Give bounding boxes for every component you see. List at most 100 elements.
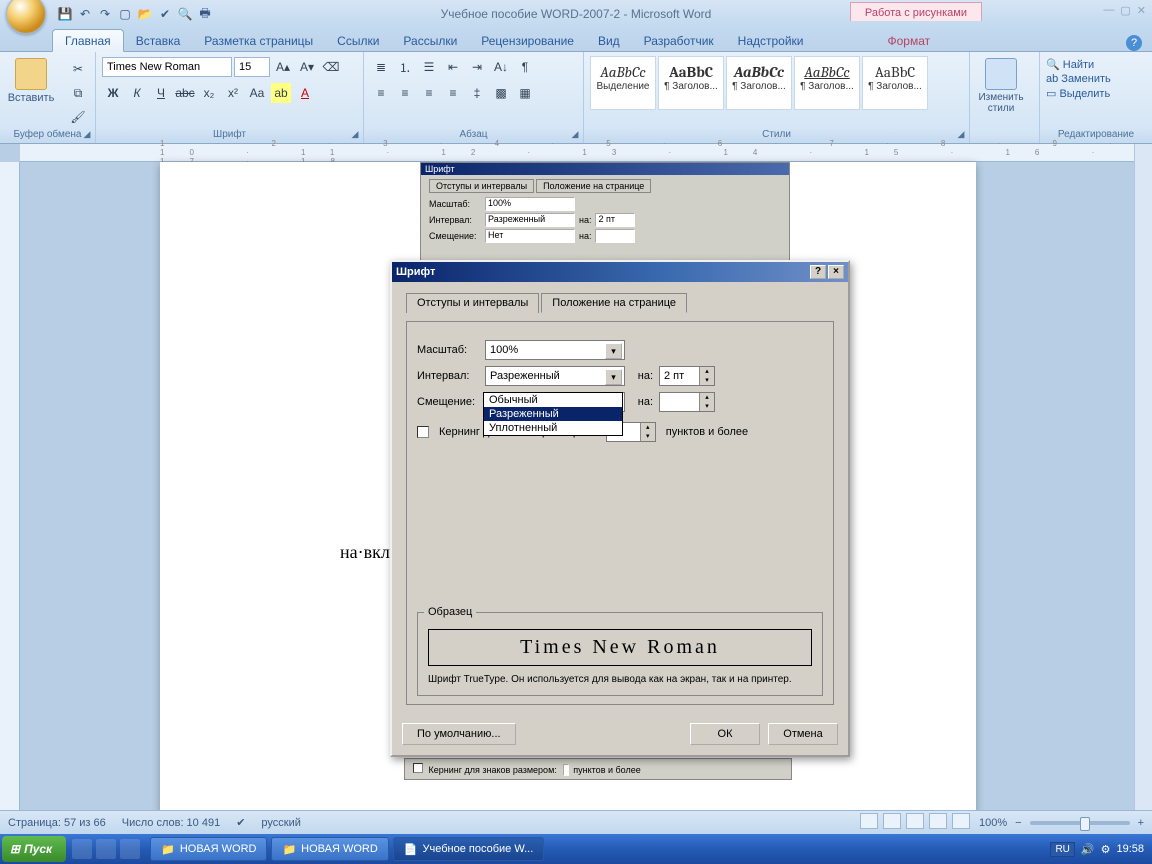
dropdown-option[interactable]: Обычный — [484, 393, 622, 407]
scale-combo[interactable]: 100% — [485, 340, 625, 360]
indent-dec-icon[interactable]: ⇤ — [443, 57, 463, 77]
superscript-icon[interactable]: x² — [223, 83, 243, 103]
clipboard-launcher-icon[interactable]: ◢ — [81, 129, 93, 141]
ql-ie-icon[interactable] — [72, 839, 92, 859]
underline-icon[interactable]: Ч — [151, 83, 171, 103]
taskbar-item-active[interactable]: 📄 Учебное пособие W... — [393, 837, 544, 861]
close-icon[interactable]: ✕ — [1137, 4, 1146, 17]
clock[interactable]: 19:58 — [1116, 843, 1144, 855]
styles-gallery[interactable]: AaBbCcВыделение AaBbC¶ Заголов... AaBbCc… — [590, 56, 963, 110]
strike-icon[interactable]: abc — [175, 83, 195, 103]
context-tab-picture-tools[interactable]: Работа с рисунками — [850, 2, 982, 21]
tab-mailings[interactable]: Рассылки — [391, 30, 469, 51]
position-by-spin[interactable] — [659, 392, 715, 412]
new-icon[interactable]: ▢ — [116, 5, 134, 23]
italic-icon[interactable]: К — [127, 83, 147, 103]
vertical-scrollbar[interactable] — [1134, 144, 1152, 810]
dropdown-option-selected[interactable]: Разреженный — [484, 407, 622, 421]
help-icon[interactable]: ? — [1126, 35, 1142, 51]
maximize-icon[interactable]: ▢ — [1120, 4, 1130, 17]
taskbar-item[interactable]: 📁 НОВАЯ WORD — [271, 837, 388, 861]
justify-icon[interactable]: ≡ — [443, 83, 463, 103]
tab-insert[interactable]: Вставка — [124, 30, 193, 51]
highlight-icon[interactable]: ab — [271, 83, 291, 103]
tab-view[interactable]: Вид — [586, 30, 632, 51]
font-size-combo[interactable]: 15 — [234, 57, 270, 77]
status-language[interactable]: русский — [261, 817, 300, 829]
spacing-combo[interactable]: Разреженный — [485, 366, 625, 386]
view-draft-icon[interactable] — [952, 813, 970, 829]
borders-icon[interactable]: ▦ — [515, 83, 535, 103]
style-item[interactable]: AaBbCcВыделение — [590, 56, 656, 110]
save-icon[interactable]: 💾 — [56, 5, 74, 23]
align-right-icon[interactable]: ≡ — [419, 83, 439, 103]
align-center-icon[interactable]: ≡ — [395, 83, 415, 103]
vertical-ruler[interactable] — [0, 162, 20, 810]
dialog-tab-position[interactable]: Положение на странице — [541, 293, 687, 313]
multilevel-icon[interactable]: ☰ — [419, 57, 439, 77]
change-case-icon[interactable]: Aa — [247, 83, 267, 103]
spellcheck-icon[interactable]: ✔ — [156, 5, 174, 23]
status-words[interactable]: Число слов: 10 491 — [122, 817, 220, 829]
clear-format-icon[interactable]: ⌫ — [321, 57, 341, 77]
start-button[interactable]: ⊞ Пуск — [2, 836, 66, 862]
tray-icon[interactable]: 🔊 — [1081, 843, 1095, 856]
view-read-icon[interactable] — [883, 813, 901, 829]
tab-addins[interactable]: Надстройки — [726, 30, 816, 51]
dialog-help-icon[interactable]: ? — [810, 265, 826, 279]
view-web-icon[interactable] — [906, 813, 924, 829]
grow-font-icon[interactable]: A▴ — [273, 57, 293, 77]
taskbar-item[interactable]: 📁 НОВАЯ WORD — [150, 837, 267, 861]
subscript-icon[interactable]: x₂ — [199, 83, 219, 103]
kerning-checkbox[interactable] — [417, 426, 429, 438]
dialog-tab-spacing[interactable]: Отступы и интервалы — [406, 293, 539, 313]
show-marks-icon[interactable]: ¶ — [515, 57, 535, 77]
bold-icon[interactable]: Ж — [103, 83, 123, 103]
dropdown-option[interactable]: Уплотненный — [484, 421, 622, 435]
line-spacing-icon[interactable]: ‡ — [467, 83, 487, 103]
change-styles-button[interactable]: Изменить стили — [976, 56, 1026, 116]
style-item[interactable]: AaBbCc¶ Заголов... — [794, 56, 860, 110]
ok-button[interactable]: ОК — [690, 723, 760, 745]
zoom-slider[interactable] — [1030, 821, 1130, 825]
tab-home[interactable]: Главная — [52, 29, 124, 52]
cut-icon[interactable]: ✂ — [68, 59, 88, 79]
tab-page-layout[interactable]: Разметка страницы — [192, 30, 325, 51]
cancel-button[interactable]: Отмена — [768, 723, 838, 745]
style-item[interactable]: AaBbC¶ Заголов... — [862, 56, 928, 110]
numbering-icon[interactable]: ⒈ — [395, 57, 415, 77]
bullets-icon[interactable]: ≣ — [371, 57, 391, 77]
redo-icon[interactable]: ↷ — [96, 5, 114, 23]
preview-icon[interactable]: 🔍 — [176, 5, 194, 23]
zoom-in-icon[interactable]: + — [1138, 817, 1144, 829]
shrink-font-icon[interactable]: A▾ — [297, 57, 317, 77]
minimize-icon[interactable]: — — [1103, 4, 1114, 17]
find-button[interactable]: 🔍 Найти — [1046, 58, 1146, 71]
font-name-combo[interactable]: Times New Roman — [102, 57, 232, 77]
default-button[interactable]: По умолчанию... — [402, 723, 516, 745]
status-spell-icon[interactable]: ✔ — [236, 816, 245, 829]
print-icon[interactable]: 🖶 — [196, 5, 214, 23]
tray-icon[interactable]: ⚙ — [1101, 843, 1111, 856]
status-page[interactable]: Страница: 57 из 66 — [8, 817, 106, 829]
spacing-by-spin[interactable]: 2 пт — [659, 366, 715, 386]
zoom-level[interactable]: 100% — [979, 817, 1007, 829]
tab-references[interactable]: Ссылки — [325, 30, 391, 51]
view-print-icon[interactable] — [860, 813, 878, 829]
format-painter-icon[interactable]: 🖌 — [68, 107, 88, 127]
copy-icon[interactable]: ⧉ — [68, 83, 88, 103]
dialog-close-icon[interactable]: × — [828, 265, 844, 279]
indent-inc-icon[interactable]: ⇥ — [467, 57, 487, 77]
open-icon[interactable]: 📂 — [136, 5, 154, 23]
ql-app-icon[interactable] — [120, 839, 140, 859]
tab-developer[interactable]: Разработчик — [632, 30, 726, 51]
style-item[interactable]: AaBbCc¶ Заголов... — [726, 56, 792, 110]
sort-icon[interactable]: A↓ — [491, 57, 511, 77]
ql-desktop-icon[interactable] — [96, 839, 116, 859]
dialog-titlebar[interactable]: Шрифт ? × — [392, 262, 848, 282]
replace-button[interactable]: ab Заменить — [1046, 73, 1146, 85]
language-indicator[interactable]: RU — [1050, 842, 1074, 857]
view-outline-icon[interactable] — [929, 813, 947, 829]
zoom-out-icon[interactable]: − — [1015, 817, 1021, 829]
shading-icon[interactable]: ▩ — [491, 83, 511, 103]
